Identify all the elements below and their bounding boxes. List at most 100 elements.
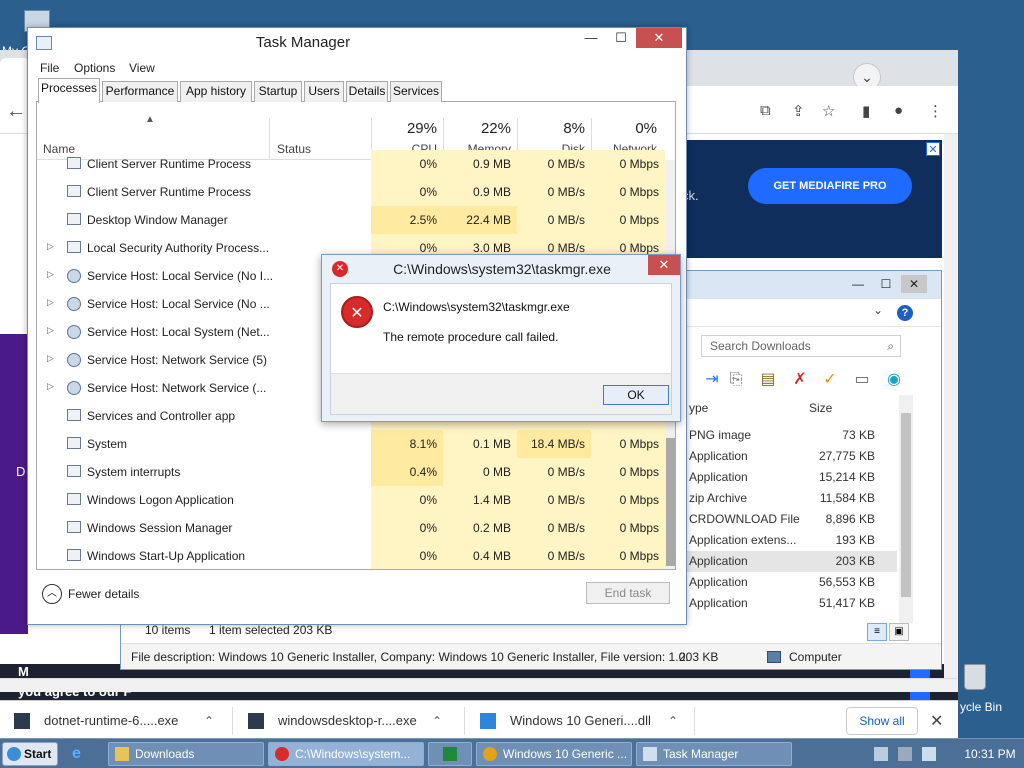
checkmark-icon[interactable]: ✓: [819, 369, 841, 391]
taskbar-item-task-manager[interactable]: Task Manager: [636, 742, 792, 766]
sort-up-arrow-icon[interactable]: ▲: [145, 114, 155, 125]
fewer-details-link[interactable]: Fewer details: [68, 587, 139, 601]
explorer-vertical-scrollbar[interactable]: [899, 395, 913, 623]
process-row[interactable]: Client Server Runtime Process 0% 0.9 MB 0 M…: [37, 178, 665, 206]
scroll-thumb[interactable]: [901, 413, 911, 597]
file-row[interactable]: Application 27,775 KB: [681, 446, 897, 467]
action-center-icon[interactable]: [922, 747, 936, 761]
maximize-icon[interactable]: ☐: [606, 28, 636, 48]
close-icon[interactable]: ✕: [901, 275, 927, 293]
download-item[interactable]: dotnet-runtime-6.....exe ⌃: [14, 707, 224, 735]
expand-arrow-icon[interactable]: ▷: [47, 325, 54, 336]
side-panel-icon[interactable]: ▮: [862, 102, 870, 120]
share-icon[interactable]: ⇪: [792, 102, 805, 120]
file-row[interactable]: CRDOWNLOAD File 8,896 KB: [681, 509, 897, 530]
chevron-up-icon[interactable]: ⌃: [204, 707, 214, 735]
process-row[interactable]: Windows Start-Up Application 0% 0.4 MB 0 MB…: [37, 542, 665, 569]
network-icon[interactable]: [898, 747, 912, 761]
ribbon-expand-chevron-icon[interactable]: ⌄: [873, 303, 883, 317]
tab-processes[interactable]: Processes: [38, 78, 100, 103]
download-item[interactable]: Windows 10 Generi....dll ⌃: [480, 707, 690, 735]
file-row[interactable]: Application 15,214 KB: [681, 467, 897, 488]
process-net-value: 0 Mbps: [591, 150, 665, 178]
file-row[interactable]: zip Archive 11,584 KB: [681, 488, 897, 509]
file-row-selected[interactable]: Application 203 KB: [681, 551, 897, 572]
close-icon[interactable]: ✕: [636, 28, 682, 48]
close-icon[interactable]: ✕: [648, 255, 680, 275]
expand-arrow-icon[interactable]: ▷: [47, 241, 54, 252]
chevron-up-icon[interactable]: ⌃: [668, 707, 678, 735]
taskbar-item-error-dialog[interactable]: C:\Windows\system...: [268, 742, 424, 766]
collapse-chevron-icon[interactable]: ︿: [42, 584, 62, 604]
browser-horizontal-scrollbar[interactable]: [0, 678, 958, 692]
back-arrow-icon[interactable]: ←: [6, 100, 26, 123]
tab-startup[interactable]: Startup: [254, 81, 302, 102]
recycle-bin-desktop-icon[interactable]: ycle Bin: [950, 660, 1024, 716]
internet-explorer-icon[interactable]: e: [72, 744, 92, 764]
menu-file[interactable]: File: [40, 58, 59, 78]
expand-arrow-icon[interactable]: ▷: [47, 297, 54, 308]
process-row[interactable]: System interrupts 0.4% 0 MB 0 MB/s 0 Mbps: [37, 458, 665, 486]
process-window-icon: [67, 549, 81, 561]
get-mediafire-pro-button[interactable]: GET MEDIAFIRE PRO: [748, 168, 912, 204]
scroll-thumb[interactable]: [666, 438, 675, 566]
taskbar-item-spreadsheet[interactable]: [428, 742, 472, 766]
process-row[interactable]: Client Server Runtime Process 0% 0.9 MB 0 M…: [37, 150, 665, 178]
bookmark-star-icon[interactable]: ☆: [822, 102, 835, 120]
tab-performance[interactable]: Performance: [102, 81, 178, 102]
more-menu-icon[interactable]: ⋮: [928, 102, 943, 120]
expand-arrow-icon[interactable]: ▷: [47, 353, 54, 364]
column-header-type[interactable]: ype: [689, 401, 708, 415]
minimize-icon[interactable]: —: [845, 275, 871, 293]
volume-muted-icon[interactable]: [874, 747, 888, 761]
browser-vertical-scrollbar[interactable]: [944, 134, 958, 678]
tab-services[interactable]: Services: [390, 81, 442, 102]
menu-options[interactable]: Options: [74, 58, 115, 78]
chevron-up-icon[interactable]: ⌃: [432, 707, 442, 735]
start-button[interactable]: Start: [2, 742, 58, 766]
process-row[interactable]: Windows Session Manager 0% 0.2 MB 0 MB/s 0 M…: [37, 514, 665, 542]
clock[interactable]: 10:31 PM: [960, 739, 1020, 768]
copy-icon[interactable]: ⎘: [725, 369, 747, 391]
expand-arrow-icon[interactable]: ▷: [47, 269, 54, 280]
error-dialog-title-bar[interactable]: ✕ C:\Windows\system32\taskmgr.exe ✕: [322, 255, 680, 283]
large-icons-view-icon[interactable]: ▣: [889, 623, 909, 641]
process-row[interactable]: Windows Logon Application 0% 1.4 MB 0 MB/s 0…: [37, 486, 665, 514]
browser-tab[interactable]: [0, 58, 30, 86]
delete-icon[interactable]: ✗: [789, 369, 811, 391]
menu-view[interactable]: View: [129, 58, 155, 78]
show-all-downloads-button[interactable]: Show all: [846, 707, 918, 735]
download-item[interactable]: windowsdesktop-r....exe ⌃: [248, 707, 458, 735]
file-row[interactable]: Application 51,417 KB: [681, 593, 897, 614]
search-placeholder: Search Downloads: [710, 339, 811, 353]
process-net-value: 0 Mbps: [591, 206, 665, 234]
details-view-icon[interactable]: ≡: [867, 623, 887, 641]
blocked-popup-icon[interactable]: ⧉: [760, 102, 771, 119]
taskbar-item-downloads[interactable]: Downloads: [108, 742, 264, 766]
process-row[interactable]: Desktop Window Manager 2.5% 22.4 MB 0 MB/s 0…: [37, 206, 665, 234]
process-row[interactable]: System 8.1% 0.1 MB 18.4 MB/s 0 Mbps: [37, 430, 665, 458]
tab-app-history[interactable]: App history: [180, 81, 252, 102]
tab-details[interactable]: Details: [346, 81, 388, 102]
column-header-size[interactable]: Size: [809, 401, 832, 415]
globe-icon[interactable]: ◉: [883, 369, 905, 391]
paste-icon[interactable]: ▤: [757, 369, 779, 391]
tab-users[interactable]: Users: [304, 81, 344, 102]
rename-icon[interactable]: ▭: [851, 369, 873, 391]
end-task-button[interactable]: End task: [586, 582, 670, 604]
ok-button[interactable]: OK: [603, 385, 669, 405]
ad-close-icon[interactable]: ✕: [926, 142, 940, 156]
taskbar-item-chrome[interactable]: Windows 10 Generic ...: [476, 742, 632, 766]
expand-arrow-icon[interactable]: ▷: [47, 381, 54, 392]
search-downloads-input[interactable]: Search Downloads ⌕: [701, 335, 901, 357]
task-manager-title-bar[interactable]: Task Manager — ☐ ✕: [28, 28, 686, 58]
close-downloads-bar-icon[interactable]: ✕: [930, 711, 943, 731]
profile-avatar-icon[interactable]: ●: [894, 102, 903, 119]
file-row[interactable]: Application 56,553 KB: [681, 572, 897, 593]
file-row[interactable]: Application extens... 193 KB: [681, 530, 897, 551]
minimize-icon[interactable]: —: [576, 28, 606, 48]
help-icon[interactable]: ?: [897, 305, 913, 321]
move-icon[interactable]: ⇥: [701, 369, 723, 391]
maximize-icon[interactable]: ☐: [873, 275, 899, 293]
file-row[interactable]: PNG image 73 KB: [681, 425, 897, 446]
